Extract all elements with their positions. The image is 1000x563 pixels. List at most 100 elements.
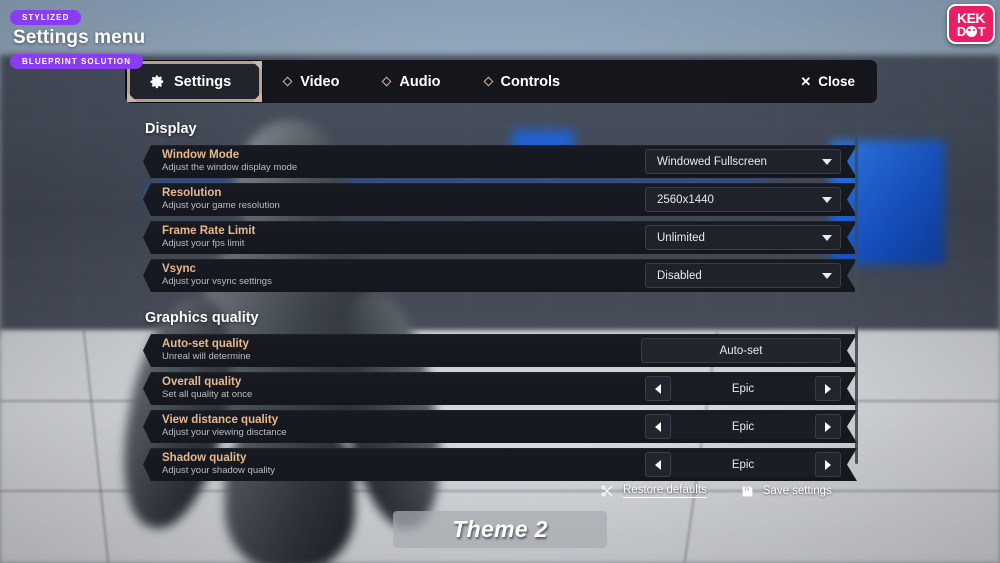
blueprint-solution-badge: BLUEPRINT SOLUTION [10,54,144,69]
stepper-value: Epic [731,458,755,471]
tab-audio[interactable]: Audio [361,60,462,103]
setting-row-frame-rate-limit[interactable]: Frame Rate Limit Adjust your fps limit U… [143,221,857,254]
setting-row-auto-set-quality[interactable]: Auto-set quality Unreal will determine A… [143,334,857,367]
setting-label: Vsync [162,263,196,276]
dropdown-value: Unlimited [657,231,705,244]
vsync-dropdown[interactable]: Disabled [645,263,841,288]
row-labels: Shadow quality Adjust your shadow qualit… [143,452,275,476]
settings-scrollbar[interactable] [855,132,858,464]
tab-label-settings: Settings [174,73,232,90]
setting-row-shadow-quality[interactable]: Shadow quality Adjust your shadow qualit… [143,448,857,481]
setting-description: Adjust the window display mode [162,161,298,173]
gear-icon [150,74,165,89]
overall-quality-stepper: Epic [645,376,841,401]
theme-indicator: Theme 2 [393,511,607,548]
setting-label: Frame Rate Limit [162,225,256,238]
arrow-right-icon [825,384,831,394]
arrow-right-icon [825,460,831,470]
chevron-down-icon [822,235,832,241]
stepper-value: Epic [731,382,755,395]
auto-set-button-label: Auto-set [719,344,763,357]
stepper-value: Epic [731,420,755,433]
resolution-dropdown[interactable]: 2560x1440 [645,187,841,212]
row-labels: Resolution Adjust your game resolution [143,187,280,211]
chevron-down-icon [822,197,832,203]
row-control: 2560x1440 [645,187,841,212]
setting-description: Adjust your vsync settings [162,275,272,287]
setting-label: Window Mode [162,149,240,162]
frame-rate-limit-dropdown[interactable]: Unlimited [645,225,841,250]
setting-row-window-mode[interactable]: Window Mode Adjust the window display mo… [143,145,857,178]
setting-description: Set all quality at once [162,388,253,400]
setting-description: Adjust your viewing disctance [162,426,287,438]
window-mode-dropdown[interactable]: Windowed Fullscreen [645,149,841,174]
row-control: Unlimited [645,225,841,250]
tab-corner-ornament [127,92,137,102]
page-title: Settings menu [13,27,146,48]
setting-label: Auto-set quality [162,338,249,351]
row-labels: View distance quality Adjust your viewin… [143,414,287,438]
setting-description: Adjust your fps limit [162,237,245,249]
setting-label: View distance quality [162,414,279,427]
stepper-previous-button[interactable] [645,414,671,439]
row-labels: Window Mode Adjust the window display mo… [143,149,297,173]
view-distance-quality-stepper: Epic [645,414,841,439]
auto-set-button[interactable]: Auto-set [641,338,841,363]
setting-row-view-distance-quality[interactable]: View distance quality Adjust your viewin… [143,410,857,443]
stepper-next-button[interactable] [815,452,841,477]
row-labels: Frame Rate Limit Adjust your fps limit [143,225,255,249]
dropdown-value: Windowed Fullscreen [657,155,767,168]
floppy-disk-icon [741,485,754,498]
logo-text-kek: KEK [956,9,986,26]
diamond-icon [381,76,392,87]
arrow-left-icon [655,422,661,432]
stepper-previous-button[interactable] [645,452,671,477]
stepper-next-button[interactable] [815,414,841,439]
row-labels: Overall quality Set all quality at once [143,376,252,400]
settings-tabbar-panel: Settings Video Audio Controls ✕ Close [125,60,877,103]
close-button-label: Close [818,74,855,89]
setting-description: Adjust your shadow quality [162,464,276,476]
arrow-right-icon [825,422,831,432]
row-control: Windowed Fullscreen [645,149,841,174]
game-settings-screen: STYLIZED Settings menu BLUEPRINT SOLUTIO… [0,0,1000,563]
setting-label: Shadow quality [162,452,247,465]
setting-label: Overall quality [162,376,242,389]
row-labels: Auto-set quality Unreal will determine [143,338,251,362]
tab-list: Settings Video Audio Controls [125,60,582,103]
kekdot-logo: KEK D T [947,4,995,44]
row-control: Auto-set [641,338,841,363]
dropdown-value: 2560x1440 [657,193,714,206]
row-control: Disabled [645,263,841,288]
restore-defaults-button[interactable]: Restore defaults [600,484,707,498]
footer-actions: Restore defaults Save settings [600,481,880,501]
dropdown-value: Disabled [657,269,702,282]
row-control: Epic [645,452,841,477]
scrollbar-thumb[interactable] [855,132,858,342]
setting-label: Resolution [162,187,222,200]
setting-row-vsync[interactable]: Vsync Adjust your vsync settings Disable… [143,259,857,292]
chevron-down-icon [822,159,832,165]
tab-video[interactable]: Video [262,60,361,103]
setting-row-overall-quality[interactable]: Overall quality Set all quality at once … [143,372,857,405]
logo-text-dot: D T [957,23,986,39]
arrow-left-icon [655,460,661,470]
close-x-icon: ✕ [800,74,812,89]
setting-row-resolution[interactable]: Resolution Adjust your game resolution 2… [143,183,857,216]
stepper-next-button[interactable] [815,376,841,401]
logo-face-icon [966,25,978,37]
close-button[interactable]: ✕ Close [800,60,855,103]
row-control: Epic [645,414,841,439]
stylized-badge: STYLIZED [10,10,82,25]
section-title-display: Display [145,121,197,137]
save-settings-button[interactable]: Save settings [741,485,832,498]
save-settings-label: Save settings [762,485,832,497]
shadow-quality-stepper: Epic [645,452,841,477]
row-control: Epic [645,376,841,401]
stepper-previous-button[interactable] [645,376,671,401]
tab-controls[interactable]: Controls [463,60,583,103]
tab-settings[interactable]: Settings [127,61,263,102]
restore-defaults-label: Restore defaults [623,484,707,498]
logo-letter-t: T [977,23,986,39]
diamond-icon [483,76,493,87]
